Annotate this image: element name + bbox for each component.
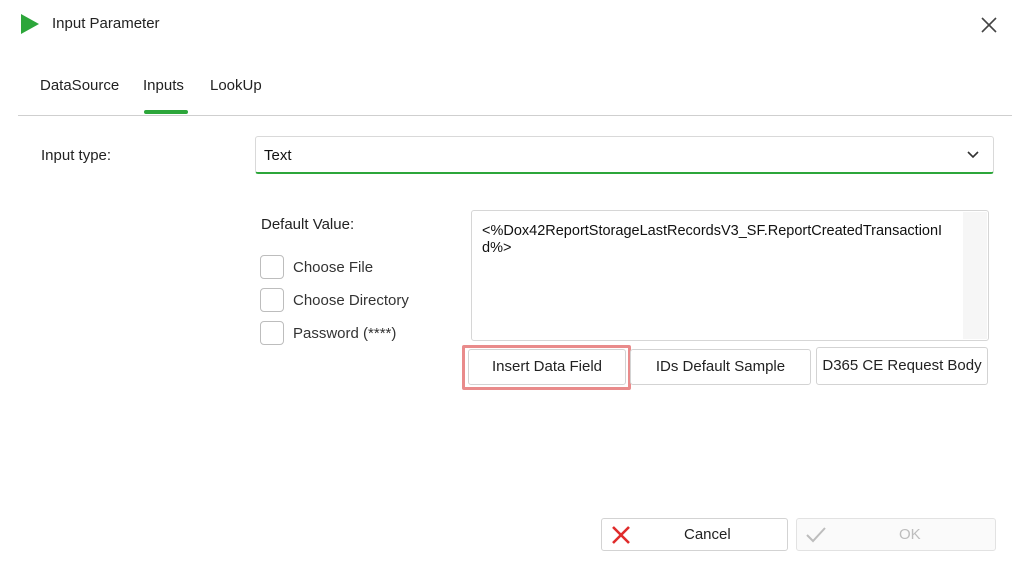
choose-directory-label: Choose Directory [293,292,409,309]
input-parameter-dialog: Input Parameter DataSource Inputs LookUp… [0,0,1017,565]
password-checkbox[interactable] [260,321,284,345]
close-icon[interactable] [974,10,1004,40]
cancel-button[interactable]: Cancel [601,518,788,551]
input-type-label: Input type: [41,147,112,164]
d365-request-body-button[interactable]: D365 CE Request Body [816,347,988,385]
checkmark-icon [806,527,826,543]
tab-divider [18,115,1012,116]
highlight-box [462,345,631,390]
title-bar: Input Parameter [0,0,1017,48]
cancel-x-icon [612,526,630,544]
tab-inputs[interactable]: Inputs [143,77,184,94]
tab-lookup[interactable]: LookUp [210,77,262,94]
default-value-text: <%Dox42ReportStorageLastRecordsV3_SF.Rep… [482,223,943,256]
play-triangle-icon [21,14,39,34]
textarea-scrollbar[interactable] [963,212,987,339]
choose-directory-checkbox[interactable] [260,288,284,312]
default-value-label: Default Value: [261,216,355,233]
tab-datasource[interactable]: DataSource [40,77,119,94]
default-value-textarea[interactable]: <%Dox42ReportStorageLastRecordsV3_SF.Rep… [471,210,989,341]
active-tab-indicator [144,110,188,114]
input-type-select[interactable]: Text [255,136,994,174]
cancel-label: Cancel [684,526,731,543]
password-label: Password (****) [293,325,397,342]
chevron-down-icon [967,151,979,159]
choose-file-label: Choose File [293,259,374,276]
ok-label: OK [899,526,921,543]
input-type-value: Text [264,147,292,164]
ids-default-sample-button[interactable]: IDs Default Sample [630,349,811,385]
dialog-title: Input Parameter [52,15,160,32]
choose-file-checkbox[interactable] [260,255,284,279]
ok-button[interactable]: OK [796,518,996,551]
